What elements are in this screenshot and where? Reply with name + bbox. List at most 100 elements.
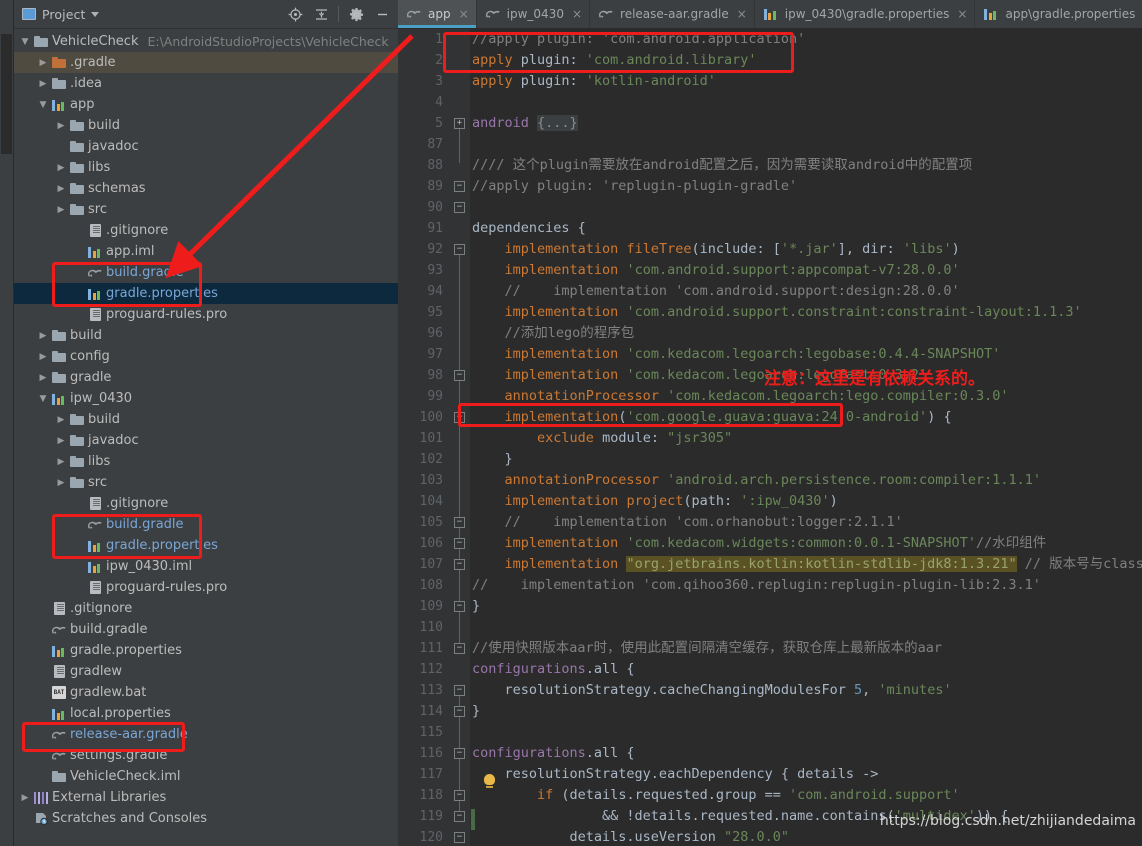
code-line[interactable]: implementation fileTree(include: ['*.jar…	[472, 239, 1142, 260]
tree-item-gradlew-bat[interactable]: BAT gradlew.bat	[14, 682, 398, 703]
tree-expand-arrow[interactable]: ▶	[36, 58, 50, 68]
code-line[interactable]: }	[472, 701, 1142, 722]
code-line[interactable]: details.useVersion "28.0.0"	[472, 827, 1142, 846]
tree-item-local-properties[interactable]: local.properties	[14, 703, 398, 724]
editor-tab-ipw_0430-gradle-properties[interactable]: ipw_0430\gradle.properties ×	[755, 0, 976, 28]
code-line[interactable]: //使用快照版本aar时，使用此配置间隔清空缓存，获取仓库上最新版本的aar	[472, 638, 1142, 659]
code-line[interactable]	[472, 92, 1142, 113]
tree-expand-arrow[interactable]: ▶	[54, 478, 68, 488]
tree-item-build-gradle[interactable]: build.gradle	[14, 262, 398, 283]
tree-item-ipw_0430-iml[interactable]: ipw_0430.iml	[14, 556, 398, 577]
code-line[interactable]: apply plugin: 'kotlin-android'	[472, 71, 1142, 92]
fold-marker-dep-end[interactable]: −	[454, 559, 465, 570]
editor-tabbar[interactable]: app × ipw_0430 × release-aar.gradle × ipw_0430…	[398, 0, 1142, 29]
code-line[interactable]: }	[472, 596, 1142, 617]
tree-expand-arrow[interactable]: ▶	[54, 205, 68, 215]
fold-marker-close-3[interactable]: −	[454, 832, 465, 843]
code-line[interactable]: android {...}	[472, 113, 1142, 134]
tree-expand-arrow[interactable]: ▶	[18, 793, 32, 803]
code-content[interactable]: //apply plugin: 'com.android.application…	[470, 29, 1142, 846]
tree-item-external-libraries[interactable]: ▶ External Libraries	[14, 787, 398, 808]
code-line[interactable]: dependencies {	[472, 218, 1142, 239]
code-line[interactable]: annotationProcessor 'android.arch.persis…	[472, 470, 1142, 491]
tree-item-gradle-properties[interactable]: gradle.properties	[14, 283, 398, 304]
tree-item-ipw_0430[interactable]: ▼ ipw_0430	[14, 388, 398, 409]
tree-item-src[interactable]: ▶ src	[14, 472, 398, 493]
code-line[interactable]: }	[472, 449, 1142, 470]
tree-expand-arrow[interactable]: ▶	[36, 331, 50, 341]
close-icon[interactable]: ×	[957, 8, 967, 20]
tree-expand-arrow[interactable]: ▶	[36, 352, 50, 362]
code-line[interactable]: implementation('com.google.guava:guava:2…	[472, 407, 1142, 428]
tree-item-settings-gradle[interactable]: settings.gradle	[14, 745, 398, 766]
code-line[interactable]	[472, 617, 1142, 638]
code-line[interactable]: annotationProcessor 'com.kedacom.legoarc…	[472, 386, 1142, 407]
gear-icon[interactable]	[344, 2, 368, 26]
code-line[interactable]: //添加lego的程序包	[472, 323, 1142, 344]
collapse-all-icon[interactable]	[309, 2, 333, 26]
fold-marker-conf1-end[interactable]: −	[454, 643, 465, 654]
tree-item-javadoc[interactable]: javadoc	[14, 136, 398, 157]
code-line[interactable]: configurations.all {	[472, 743, 1142, 764]
locate-icon[interactable]	[283, 2, 307, 26]
code-line[interactable]: // implementation 'com.qihoo360.replugin…	[472, 575, 1142, 596]
tree-expand-arrow[interactable]: ▶	[54, 184, 68, 194]
code-line[interactable]: apply plugin: 'com.android.library'	[472, 50, 1142, 71]
tree-expand-arrow[interactable]: ▼	[36, 394, 50, 404]
fold-marker-if[interactable]: −	[454, 748, 465, 759]
tree-item-proguard-rules-pro[interactable]: proguard-rules.pro	[14, 577, 398, 598]
code-line[interactable]: configurations.all {	[472, 659, 1142, 680]
tree-item-release-aar-gradle[interactable]: release-aar.gradle	[14, 724, 398, 745]
fold-marker-conf2[interactable]: −	[454, 685, 465, 696]
tree-item-build[interactable]: ▶ build	[14, 409, 398, 430]
tree-item--gradle[interactable]: ▶ .gradle	[14, 52, 398, 73]
close-icon[interactable]: ×	[737, 8, 747, 20]
code-line[interactable]: implementation 'com.android.support.cons…	[472, 302, 1142, 323]
code-line[interactable]	[472, 722, 1142, 743]
editor-tab-release-aar-gradle[interactable]: release-aar.gradle ×	[590, 0, 755, 28]
close-icon[interactable]: ×	[572, 8, 582, 20]
tree-item-src[interactable]: ▶ src	[14, 199, 398, 220]
tree-item-libs[interactable]: ▶ libs	[14, 157, 398, 178]
tree-expand-arrow[interactable]: ▶	[36, 373, 50, 383]
tree-expand-arrow[interactable]: ▶	[36, 79, 50, 89]
fold-marker-close-1[interactable]: −	[454, 790, 465, 801]
fold-marker-collapse-89[interactable]: −	[454, 202, 465, 213]
code-line[interactable]: resolutionStrategy.eachDependency { deta…	[472, 764, 1142, 785]
fold-marker-guava[interactable]: −	[454, 370, 465, 381]
code-line[interactable]: if (details.requested.group == 'com.andr…	[472, 785, 1142, 806]
tree-item-build-gradle[interactable]: build.gradle	[14, 514, 398, 535]
code-line[interactable]: implementation 'com.android.support:appc…	[472, 260, 1142, 281]
code-line[interactable]: resolutionStrategy.cacheChangingModulesF…	[472, 680, 1142, 701]
tree-item-gradle-properties[interactable]: gradle.properties	[14, 640, 398, 661]
tree-item-scratches-and-consoles[interactable]: Scratches and Consoles	[14, 808, 398, 829]
fold-marker-expand[interactable]: +	[454, 118, 465, 129]
close-icon[interactable]: ×	[459, 8, 469, 20]
editor-tab-ipw_0430[interactable]: ipw_0430 ×	[477, 0, 591, 28]
tree-item--gitignore[interactable]: .gitignore	[14, 220, 398, 241]
tree-item-build-gradle[interactable]: build.gradle	[14, 619, 398, 640]
tree-expand-arrow[interactable]: ▶	[54, 121, 68, 131]
tree-item-app[interactable]: ▼ app	[14, 94, 398, 115]
tree-item-gradlew[interactable]: gradlew	[14, 661, 398, 682]
code-line[interactable]: implementation project(path: ':ipw_0430'…	[472, 491, 1142, 512]
code-line[interactable]: implementation "org.jetbrains.kotlin:kot…	[472, 554, 1142, 575]
tree-item-build[interactable]: ▶ build	[14, 115, 398, 136]
code-line[interactable]	[472, 134, 1142, 155]
code-line[interactable]: // implementation 'com.android.support:d…	[472, 281, 1142, 302]
code-line[interactable]: implementation 'com.kedacom.widgets:comm…	[472, 533, 1142, 554]
tree-expand-arrow[interactable]: ▶	[54, 163, 68, 173]
code-line[interactable]: exclude module: "jsr305"	[472, 428, 1142, 449]
tree-item-proguard-rules-pro[interactable]: proguard-rules.pro	[14, 304, 398, 325]
tree-item-gradle[interactable]: ▶ gradle	[14, 367, 398, 388]
fold-marker-collapse-88[interactable]: −	[454, 181, 465, 192]
fold-marker-conf1[interactable]: −	[454, 601, 465, 612]
fold-marker-close-2[interactable]: −	[454, 811, 465, 822]
fold-marker-108[interactable]: −	[454, 538, 465, 549]
fold-marker-each[interactable]: −	[454, 706, 465, 717]
minimize-icon[interactable]	[370, 2, 394, 26]
fold-marker-guava-end[interactable]: −	[454, 412, 465, 423]
tree-item--gitignore[interactable]: .gitignore	[14, 598, 398, 619]
tree-item-build[interactable]: ▶ build	[14, 325, 398, 346]
code-line[interactable]: implementation 'com.kedacom.legoarch:leg…	[472, 344, 1142, 365]
